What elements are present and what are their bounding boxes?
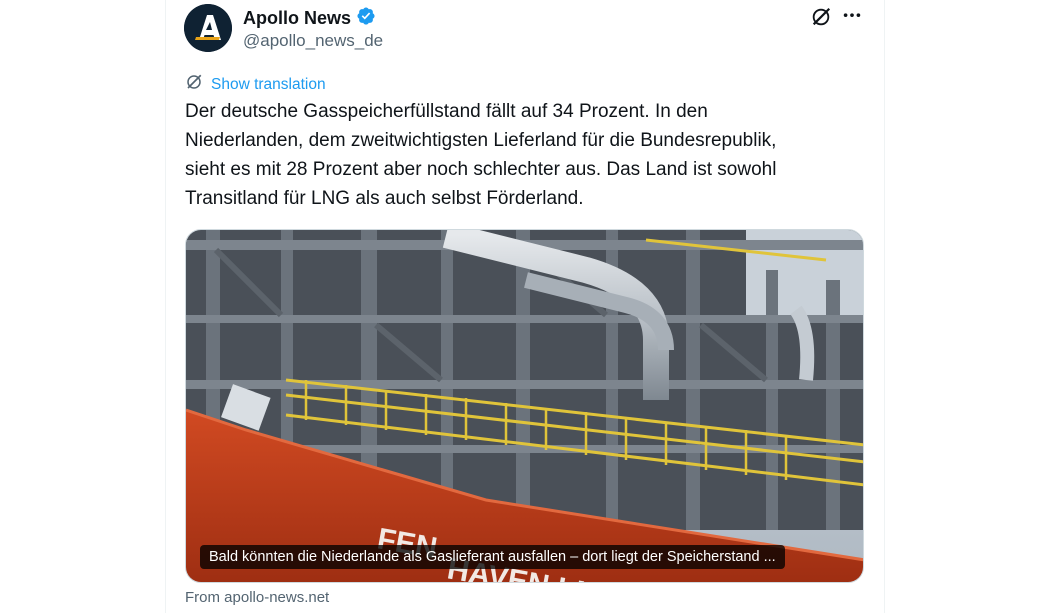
more-options-icon[interactable] xyxy=(841,6,863,28)
tweet-text-line: Transitland für LNG als auch selbst Förd… xyxy=(185,188,584,209)
tweet-text-line: sieht es mit 28 Prozent aber noch schlec… xyxy=(185,159,777,180)
tweet-text-line: Der deutsche Gasspeicherfüllstand fällt … xyxy=(185,101,708,122)
author-name-row[interactable]: Apollo News xyxy=(243,6,376,31)
grok-icon[interactable] xyxy=(810,6,832,28)
link-card-image[interactable]: FEN HAVEN LNG xyxy=(185,229,864,583)
show-translation-label[interactable]: Show translation xyxy=(211,76,326,94)
author-handle[interactable]: @apollo_news_de xyxy=(243,31,383,51)
link-card-source[interactable]: From apollo-news.net xyxy=(185,589,329,606)
link-card-caption[interactable]: Bald könnten die Niederlande als Gaslief… xyxy=(200,545,785,569)
show-translation-link[interactable]: Show translation xyxy=(185,73,326,96)
tweet-text-line: Niederlanden, dem zweitwichtigsten Liefe… xyxy=(185,130,777,151)
avatar[interactable] xyxy=(184,4,232,52)
lng-ship-photo: FEN HAVEN LNG xyxy=(186,230,863,582)
tweet-text: Der deutsche Gasspeicherfüllstand fällt … xyxy=(185,97,865,213)
verified-badge-icon xyxy=(356,6,376,31)
translate-icon xyxy=(185,73,203,96)
author-display-name[interactable]: Apollo News xyxy=(243,8,351,29)
